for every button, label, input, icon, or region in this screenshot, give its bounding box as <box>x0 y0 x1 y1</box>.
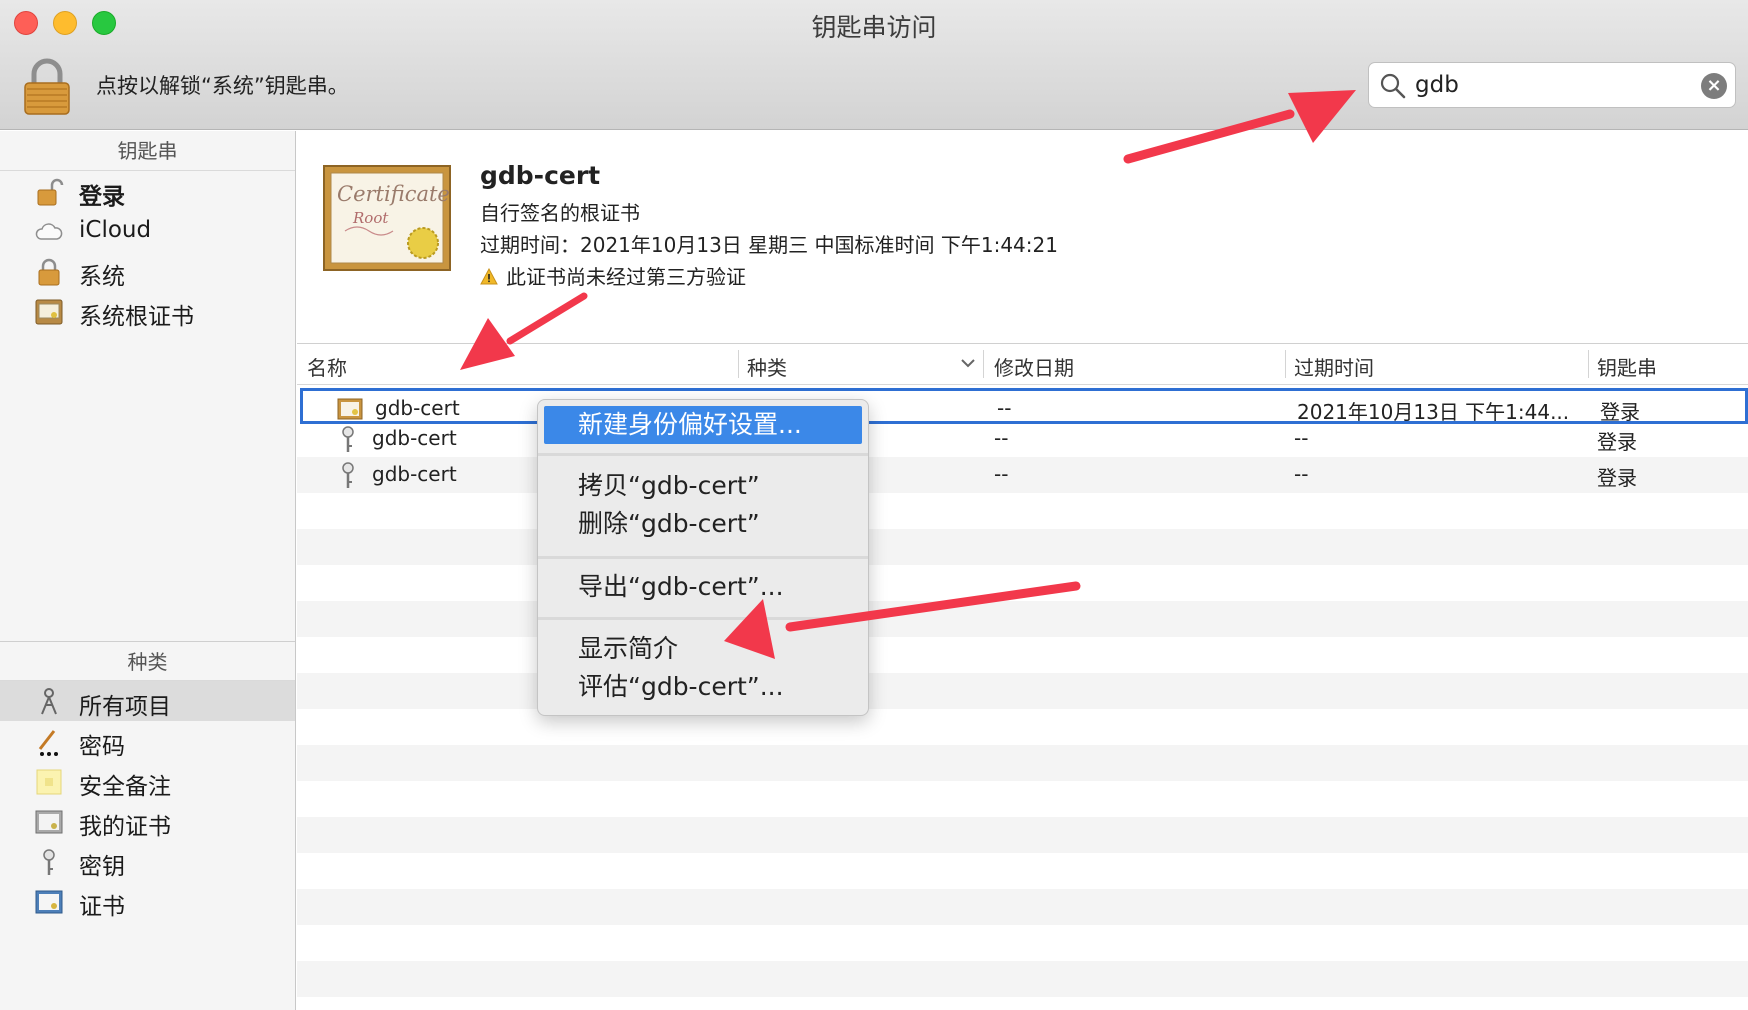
keychain-access-window: 钥匙串访问 点按以解锁“系统”钥匙串。 gdb × 钥匙串 登录 iCloud … <box>0 0 1748 1010</box>
sidebar-item-all-items[interactable]: 所有项目 <box>0 681 295 721</box>
warning-icon <box>480 268 498 285</box>
sidebar-item-keys[interactable]: 密钥 <box>0 841 295 881</box>
column-header-expires[interactable]: 过期时间 <box>1294 352 1374 381</box>
pencil-dots-icon <box>38 730 58 756</box>
menu-item-delete[interactable]: 删除“gdb-cert” <box>538 505 868 543</box>
sidebar-item-my-certificates[interactable]: 我的证书 <box>0 801 295 841</box>
cert-icon-title: Certificate <box>337 182 450 206</box>
column-header-modified[interactable]: 修改日期 <box>994 352 1074 381</box>
sidebar-item-system-roots[interactable]: 系统根证书 <box>0 291 295 331</box>
sidebar: 钥匙串 登录 iCloud 系统 系统根证书 种类 所有项目 密码 安全备注 我… <box>0 131 296 1010</box>
item-subtitle: 自行签名的根证书 <box>480 201 640 225</box>
menu-item-evaluate[interactable]: 评估“gdb-cert”... <box>538 668 868 706</box>
sidebar-item-label: 我的证书 <box>79 814 171 840</box>
row-modified: -- <box>994 462 1009 486</box>
key-icon <box>342 462 354 488</box>
sidebar-item-label: iCloud <box>79 217 152 243</box>
padlock-icon[interactable] <box>22 58 72 116</box>
magnifier-icon <box>1380 73 1406 99</box>
row-modified: -- <box>997 396 1012 420</box>
row-keychain: 登录 <box>1597 466 1637 490</box>
empty-row <box>297 961 1748 997</box>
menu-item-copy[interactable]: 拷贝“gdb-cert” <box>538 467 868 505</box>
sidebar-item-label: 密码 <box>79 734 125 760</box>
sidebar-item-icloud[interactable]: iCloud <box>0 211 295 251</box>
sidebar-item-passwords[interactable]: 密码 <box>0 721 295 761</box>
chevron-down-icon[interactable] <box>959 354 977 372</box>
sidebar-item-label: 证书 <box>79 894 125 920</box>
row-expires: -- <box>1294 462 1309 486</box>
keychains-header: 钥匙串 <box>0 131 295 171</box>
unlock-hint[interactable]: 点按以解锁“系统”钥匙串。 <box>96 70 349 100</box>
menu-item-new-identity-preference[interactable]: 新建身份偏好设置... <box>544 406 862 444</box>
context-menu: 新建身份偏好设置... 拷贝“gdb-cert” 删除“gdb-cert” 导出… <box>537 399 869 716</box>
my-certificate-icon <box>35 810 63 834</box>
row-modified: -- <box>994 426 1009 450</box>
column-divider[interactable] <box>1285 350 1286 378</box>
column-divider[interactable] <box>1588 350 1589 378</box>
note-icon <box>36 769 62 795</box>
search-input[interactable]: gdb <box>1415 72 1459 98</box>
cabinet-icon <box>35 299 63 325</box>
menu-separator <box>538 453 868 456</box>
column-header-name[interactable]: 名称 <box>307 352 347 381</box>
sidebar-item-secure-notes[interactable]: 安全备注 <box>0 761 295 801</box>
sidebar-item-label: 密钥 <box>79 854 125 880</box>
key-icon <box>342 426 354 452</box>
table-header: 名称 种类 修改日期 过期时间 钥匙串 <box>297 344 1748 385</box>
padlock-icon <box>38 258 60 286</box>
column-divider[interactable] <box>738 350 739 378</box>
item-expiry: 过期时间：2021年10月13日 星期三 中国标准时间 下午1:44:21 <box>480 233 1058 257</box>
category-section: 种类 所有项目 密码 安全备注 我的证书 密钥 证书 <box>0 641 295 921</box>
sidebar-item-system[interactable]: 系统 <box>0 251 295 291</box>
clear-x-icon[interactable]: × <box>1701 73 1727 99</box>
empty-row <box>297 817 1748 853</box>
table-row[interactable]: gdb-cert -- -- 登录 <box>297 421 1748 457</box>
certificate-icon <box>337 398 363 420</box>
all-items-icon <box>41 688 57 715</box>
items-table: 名称 种类 修改日期 过期时间 钥匙串 gdb-cert -- 2021年10月… <box>297 343 1748 1010</box>
cert-icon-subtitle: Root <box>352 209 389 227</box>
row-name: gdb-cert <box>375 396 460 420</box>
key-icon <box>43 849 55 875</box>
sidebar-item-label: 安全备注 <box>79 774 171 800</box>
sidebar-item-login[interactable]: 登录 <box>0 171 295 211</box>
certificate-icon <box>35 890 63 914</box>
row-name: gdb-cert <box>372 426 457 450</box>
category-header: 种类 <box>0 641 295 681</box>
sidebar-item-label: 系统根证书 <box>79 304 194 330</box>
unlocked-padlock-icon <box>37 178 64 206</box>
column-divider[interactable] <box>983 350 984 378</box>
row-name: gdb-cert <box>372 462 457 486</box>
row-keychain: 登录 <box>1597 430 1637 454</box>
column-header-keychain[interactable]: 钥匙串 <box>1597 352 1657 381</box>
sidebar-item-label: 登录 <box>79 184 125 210</box>
menu-item-export[interactable]: 导出“gdb-cert”... <box>538 568 868 606</box>
menu-separator <box>538 617 868 620</box>
empty-row <box>297 601 1748 637</box>
empty-row <box>297 745 1748 781</box>
menu-separator <box>538 556 868 559</box>
item-warning: 此证书尚未经过第三方验证 <box>506 265 746 289</box>
empty-row <box>297 889 1748 925</box>
certificate-icon: Certificate Root <box>323 165 451 271</box>
item-name: gdb-cert <box>480 161 601 190</box>
table-row[interactable]: gdb-cert 证书 -- 2021年10月13日 下午1:44... 登录 <box>300 388 1748 424</box>
table-row[interactable]: gdb-cert -- -- 登录 <box>297 457 1748 493</box>
sidebar-item-certificates[interactable]: 证书 <box>0 881 295 921</box>
search-field[interactable]: gdb × <box>1368 62 1736 108</box>
window-title: 钥匙串访问 <box>811 13 937 42</box>
sidebar-item-label: 所有项目 <box>79 694 171 720</box>
cloud-icon <box>35 223 63 240</box>
empty-row <box>297 529 1748 565</box>
row-expires: -- <box>1294 426 1309 450</box>
empty-row <box>297 673 1748 709</box>
toolbar: 钥匙串访问 点按以解锁“系统”钥匙串。 gdb × <box>0 0 1748 130</box>
menu-item-get-info[interactable]: 显示简介 <box>538 630 868 668</box>
column-header-kind[interactable]: 种类 <box>747 352 787 381</box>
sidebar-item-label: 系统 <box>79 264 125 290</box>
item-info-panel: Certificate Root gdb-cert 自行签名的根证书 过期时间：… <box>297 131 1748 343</box>
